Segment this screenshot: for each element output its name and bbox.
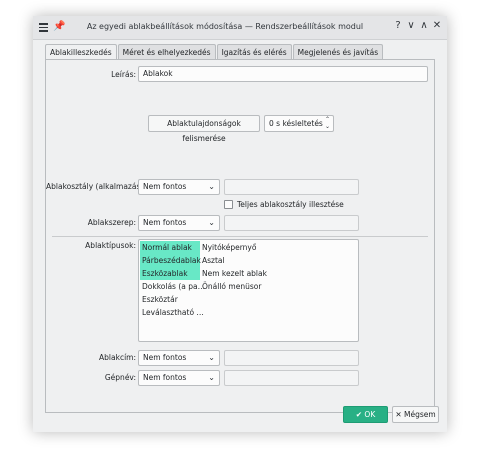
whole-class-label: Teljes ablakosztály illesztése	[237, 200, 344, 209]
description-input[interactable]: Ablakok	[138, 66, 428, 82]
help-button[interactable]: ?	[392, 20, 404, 31]
window-title-combo[interactable]: Nem fontos ⌄	[138, 350, 220, 366]
delay-value: 0 s késleltetés	[269, 119, 323, 128]
chevron-down-icon: ⌄	[208, 218, 215, 227]
window-class-combo-value: Nem fontos	[143, 182, 187, 191]
tab-bar: Ablakilleszkedés Méret és elhelyezkedés …	[45, 44, 384, 61]
window-menu-icon[interactable]	[39, 23, 48, 32]
window-title-combo-value: Nem fontos	[143, 353, 187, 362]
list-item[interactable]: Párbeszédablak	[140, 254, 201, 267]
list-item[interactable]: Eszköztár	[140, 293, 200, 306]
pin-icon[interactable]: 📌	[53, 21, 65, 32]
minimize-button[interactable]: ∨	[405, 20, 417, 31]
window-types-label: Ablaktípusok:	[85, 241, 136, 250]
window-class-combo[interactable]: Nem fontos ⌄	[138, 179, 220, 195]
list-item[interactable]: Nem kezelt ablak	[200, 267, 280, 280]
spin-arrows-icon[interactable]: ⌃ ⌄	[325, 116, 330, 130]
machine-name-label: Gépnév:	[104, 373, 136, 382]
list-item[interactable]: Asztal	[200, 254, 280, 267]
whole-class-checkbox[interactable]	[224, 200, 233, 209]
description-label: Leírás:	[111, 70, 136, 79]
ok-button-label: OK	[364, 410, 376, 419]
list-item[interactable]: Nyitóképernyő	[200, 241, 280, 254]
ok-button[interactable]: ✔ OK	[343, 406, 388, 423]
list-item[interactable]: Dokkolás (a pa…	[140, 280, 205, 293]
maximize-button[interactable]: ∧	[418, 20, 430, 31]
machine-name-combo-value: Nem fontos	[143, 373, 187, 382]
window-role-combo-value: Nem fontos	[143, 218, 187, 227]
close-button[interactable]: ✕	[431, 20, 443, 31]
list-item[interactable]: Normál ablak	[140, 241, 200, 254]
window-role-label: Ablakszerep:	[87, 218, 136, 227]
window-role-combo[interactable]: Nem fontos ⌄	[138, 215, 220, 231]
machine-name-input[interactable]	[224, 370, 359, 386]
window-class-input[interactable]	[224, 179, 359, 195]
title-bar: 📌 Az egyedi ablakbeállítások módosítása …	[33, 16, 447, 40]
machine-name-combo[interactable]: Nem fontos ⌄	[138, 370, 220, 386]
tab-arrangement-access[interactable]: Igazítás és elérés	[216, 44, 292, 60]
close-icon: ✕	[395, 410, 402, 419]
window-class-label: Ablakosztály (alkalmazás):	[46, 182, 146, 191]
dialog-window: 📌 Az egyedi ablakbeállítások módosítása …	[33, 16, 447, 432]
delay-spinbox[interactable]: 0 s késleltetés ⌃ ⌄	[264, 115, 334, 132]
chevron-down-icon: ⌄	[208, 182, 215, 191]
check-icon: ✔	[355, 410, 363, 419]
tab-panel: Leírás: Ablakok Ablaktulajdonságok felis…	[45, 59, 435, 413]
cancel-button[interactable]: ✕ Mégsem	[392, 406, 439, 423]
list-item[interactable]: Eszközablak	[140, 267, 200, 280]
tab-appearance-fixes[interactable]: Megjelenés és javítás	[292, 44, 384, 60]
window-role-input[interactable]	[224, 215, 359, 231]
window-title-input[interactable]	[224, 350, 359, 366]
list-item[interactable]: Önálló menüsor	[200, 280, 280, 293]
chevron-down-icon: ⌄	[208, 373, 215, 382]
separator	[52, 236, 428, 237]
window-title: Az egyedi ablakbeállítások módosítása — …	[86, 22, 364, 31]
list-item[interactable]: Leválasztható …	[140, 306, 204, 319]
detect-properties-button[interactable]: Ablaktulajdonságok felismerése	[148, 115, 260, 143]
cancel-button-label: Mégsem	[404, 410, 436, 419]
tab-size-position[interactable]: Méret és elhelyezkedés	[117, 44, 216, 60]
window-title-label: Ablakcím:	[99, 353, 136, 362]
window-types-list[interactable]: Normál ablak Párbeszédablak Eszközablak …	[138, 239, 359, 342]
chevron-down-icon: ⌄	[208, 353, 215, 362]
